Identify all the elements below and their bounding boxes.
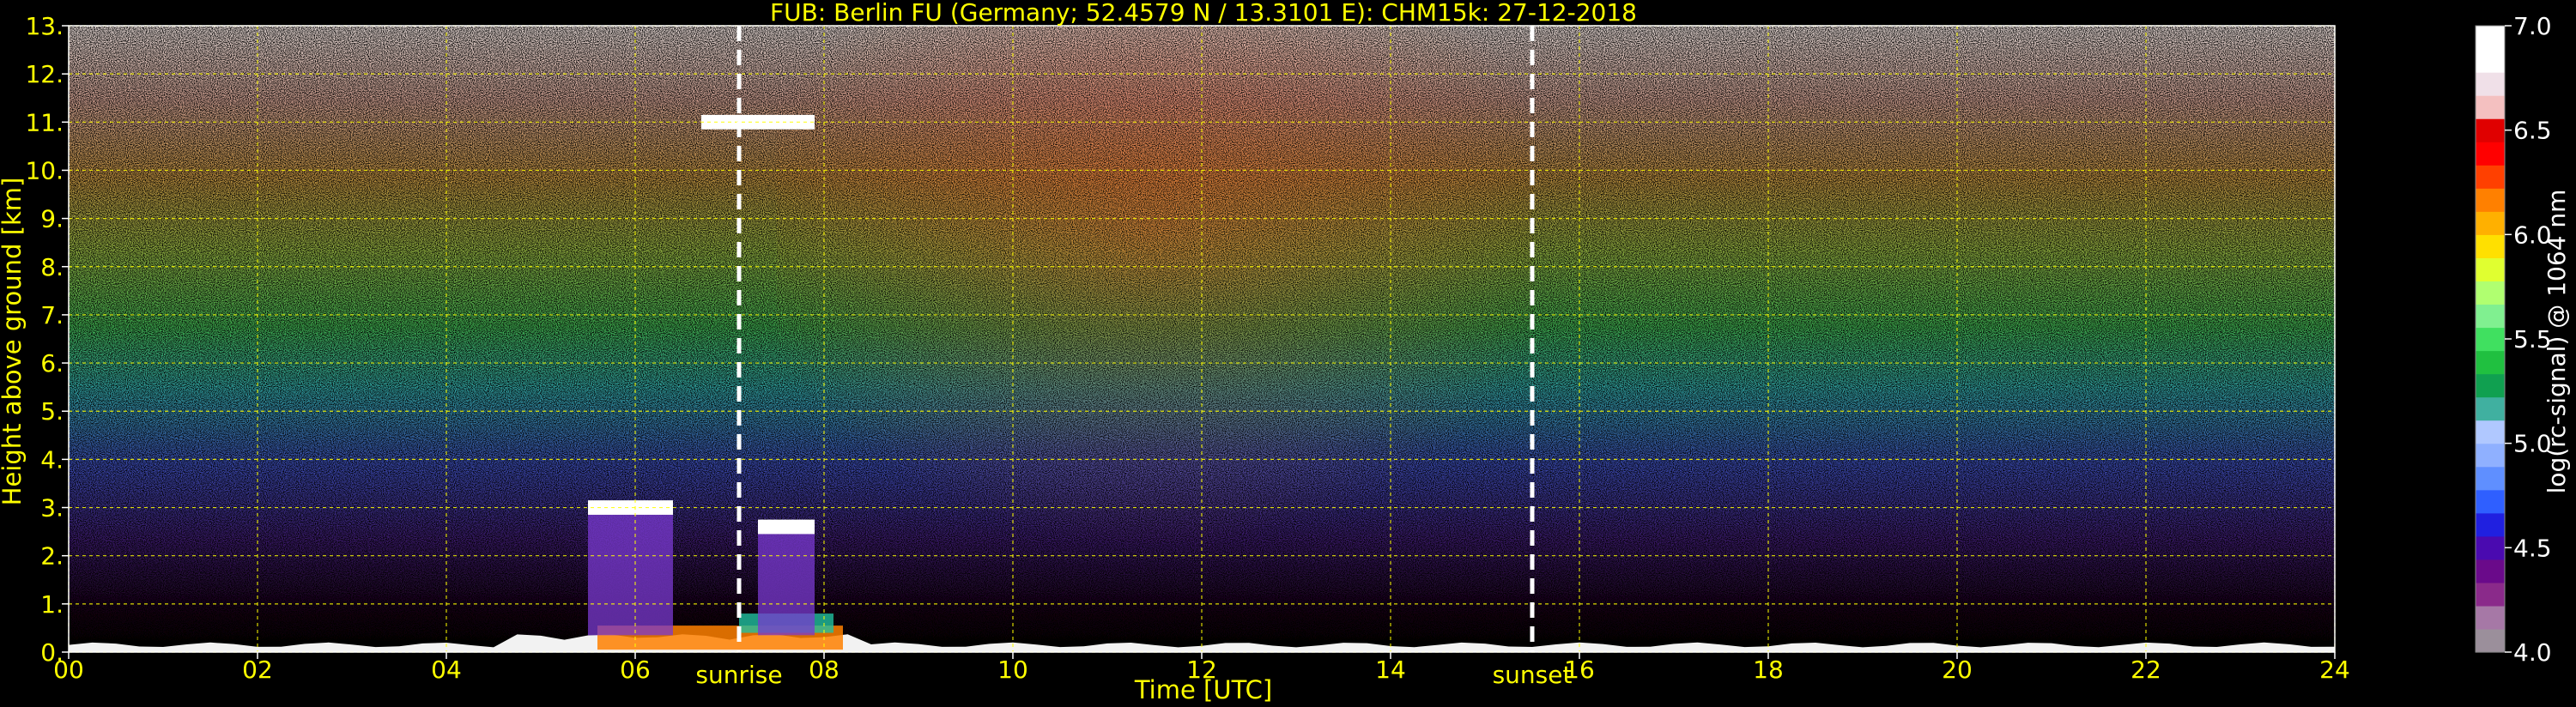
colorbar-segment — [2476, 628, 2505, 653]
y-tick-label: 0. — [40, 638, 64, 667]
annotation-label-sunset: sunset — [1493, 661, 1573, 689]
precipitation-virga — [758, 527, 815, 636]
colorbar-segment — [2476, 188, 2505, 212]
colorbar-segment — [2476, 327, 2505, 352]
colorbar-segment — [2476, 350, 2505, 375]
y-axis-label: Height above ground [km] — [0, 178, 27, 506]
plot-area — [69, 26, 2335, 652]
colorbar-segment — [2476, 559, 2505, 583]
x-tick-label: 18 — [1753, 656, 1784, 684]
annotation-label-sunrise: sunrise — [695, 661, 782, 689]
y-tick-label: 13. — [25, 12, 64, 40]
x-tick-label: 04 — [431, 656, 462, 684]
colorbar-segment — [2476, 605, 2505, 630]
colorbar-segment — [2476, 281, 2505, 305]
colorbar-tick-label: 4.5 — [2513, 534, 2552, 562]
colorbar-segment — [2476, 420, 2505, 444]
colorbar-segment — [2476, 165, 2505, 189]
x-tick-label: 16 — [1564, 656, 1595, 684]
colorbar-segment — [2476, 582, 2505, 607]
precipitation-virga — [588, 507, 673, 636]
y-tick-label: 2. — [40, 542, 64, 571]
colorbar-label: log(rc-signal) @ 1064 nm — [2543, 190, 2571, 494]
x-tick-label: 22 — [2131, 656, 2161, 684]
y-tick-label: 5. — [40, 397, 64, 426]
x-axis-label: Time [UTC] — [1134, 675, 1272, 704]
y-tick-label: 9. — [40, 205, 64, 233]
colorbar-segment — [2476, 304, 2505, 329]
colorbar-segment — [2476, 443, 2505, 468]
chart-canvas: sunrise sunset 00 02 04 06 08 10 12 14 16 18 20 22 24… — [0, 0, 2571, 704]
y-tick-label: 11. — [25, 108, 64, 136]
x-tick-label: 02 — [242, 656, 273, 684]
colorbar-segment — [2476, 373, 2505, 398]
y-tick-label: 8. — [40, 253, 64, 281]
colorbar-segment — [2476, 95, 2505, 119]
y-tick-label: 12. — [25, 60, 64, 88]
colorbar-segment — [2476, 118, 2505, 142]
colorbar-segment — [2476, 257, 2505, 282]
colorbar-segment — [2476, 396, 2505, 421]
x-tick-label: 20 — [1942, 656, 1973, 684]
cloud-layer — [758, 519, 815, 535]
colorbar-segment — [2476, 234, 2505, 258]
x-tick-label: 06 — [620, 656, 651, 684]
colorbar-tick-label: 7.0 — [2513, 12, 2552, 40]
x-tick-label: 14 — [1375, 656, 1406, 684]
colorbar-segment — [2476, 49, 2505, 73]
lidar-quicklook-figure: sunrise sunset 00 02 04 06 08 10 12 14 16 18 20 22 24… — [0, 0, 2576, 707]
colorbar-tick-label: 4.0 — [2513, 638, 2552, 667]
colorbar: 4.04.55.05.56.06.57.0 — [2475, 12, 2552, 667]
colorbar-segment — [2476, 535, 2505, 560]
y-tick-label: 3. — [40, 494, 64, 523]
x-tick-label: 10 — [997, 656, 1028, 684]
x-tick-label: 08 — [809, 656, 839, 684]
colorbar-segment — [2476, 211, 2505, 235]
colorbar-segment — [2476, 466, 2505, 491]
colorbar-segment — [2476, 26, 2505, 50]
chart-title: FUB: Berlin FU (Germany; 52.4579 N / 13.… — [770, 0, 1637, 27]
y-tick-label: 4. — [40, 445, 64, 474]
colorbar-segment — [2476, 489, 2505, 514]
y-tick-label: 7. — [40, 301, 64, 329]
colorbar-segment — [2476, 72, 2505, 96]
y-tick-label: 10. — [25, 156, 64, 184]
colorbar-tick-label: 6.5 — [2513, 117, 2552, 145]
y-tick-label: 1. — [40, 590, 64, 619]
x-tick-label: 24 — [2319, 656, 2350, 684]
colorbar-segment — [2476, 142, 2505, 166]
colorbar-segment — [2476, 512, 2505, 537]
y-tick-label: 6. — [40, 349, 64, 378]
